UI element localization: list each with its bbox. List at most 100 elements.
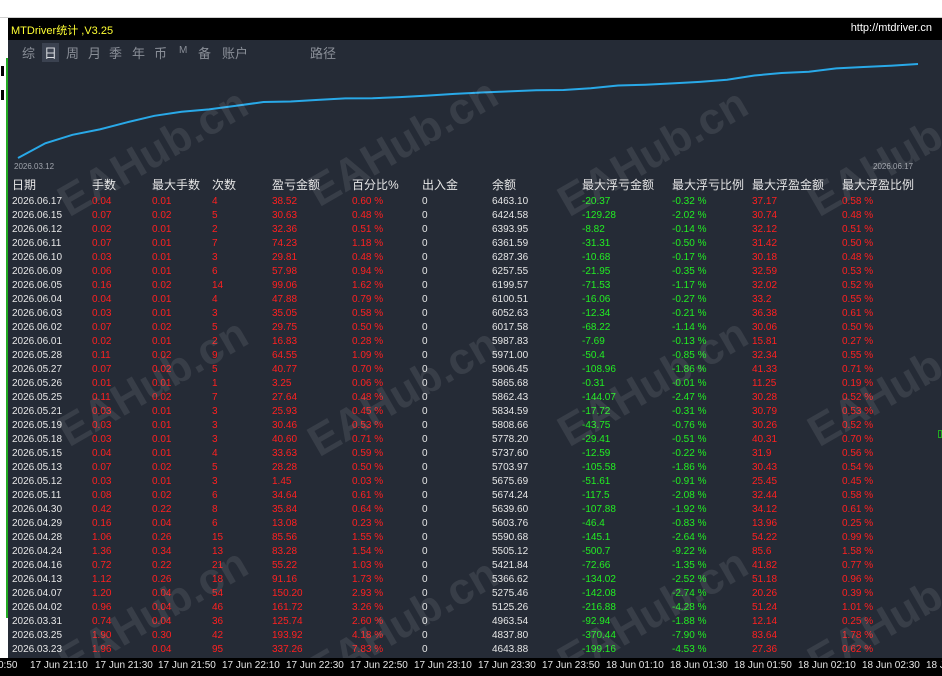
table-row[interactable]: 2026.05.21 0.03 0.01 3 25.93 0.45 % 0 5834.59 -1…	[8, 405, 942, 419]
table-row[interactable]: 2026.06.11 0.07 0.01 7 74.23 1.18 % 0 6361.59 -3…	[8, 237, 942, 251]
balance-curve-svg	[17, 63, 919, 159]
cell-balance: 6052.63	[492, 308, 529, 319]
cell-profit-amount: 13.08	[272, 518, 298, 529]
table-row[interactable]: 2026.05.12 0.03 0.01 3 1.45 0.03 % 0 5675.69 -51…	[8, 475, 942, 489]
cell-max-floating-loss-ratio: -0.13 %	[672, 336, 707, 347]
cell-max-lots: 0.01	[152, 448, 172, 459]
cell-max-lots: 0.01	[152, 196, 172, 207]
cell-lots: 0.07	[92, 210, 112, 221]
column-header-trade-count[interactable]: 次数	[212, 177, 236, 193]
cell-max-floating-loss: -17.72	[582, 406, 611, 417]
column-header-date[interactable]: 日期	[12, 177, 36, 193]
cell-max-lots: 0.26	[152, 532, 172, 543]
cell-deposit-withdrawal: 0	[422, 378, 428, 389]
table-row[interactable]: 2026.06.03 0.03 0.01 3 35.05 0.58 % 0 6052.63 -1…	[8, 307, 942, 321]
cell-max-floating-profit: 27.36	[752, 644, 778, 655]
cell-max-floating-profit: 36.38	[752, 308, 778, 319]
cell-max-floating-profit: 31.9	[752, 448, 772, 459]
cell-trade-count: 8	[212, 504, 218, 515]
table-row[interactable]: 2026.04.02 0.96 0.04 46 161.72 3.26 % 0 5125.26…	[8, 601, 942, 615]
table-row[interactable]: 2026.06.02 0.07 0.02 5 29.75 0.50 % 0 6017.58 -6…	[8, 321, 942, 335]
cell-profit-percent: 0.51 %	[352, 224, 384, 235]
column-header-profit-amount[interactable]: 盈亏金额	[272, 177, 320, 193]
table-row[interactable]: 2026.06.12 0.02 0.01 2 32.36 0.51 % 0 6393.95 -8…	[8, 223, 942, 237]
cell-max-floating-profit: 51.24	[752, 602, 778, 613]
table-row[interactable]: 2026.06.15 0.07 0.02 5 30.63 0.48 % 0 6424.58 -1…	[8, 209, 942, 223]
column-header-max-floating-loss-ratio[interactable]: 最大浮亏比例	[672, 177, 744, 193]
table-row[interactable]: 2026.06.09 0.06 0.01 6 57.98 0.94 % 0 6257.55 -2…	[8, 265, 942, 279]
column-header-profit-percent[interactable]: 百分比%	[352, 177, 399, 193]
column-header-balance[interactable]: 余额	[492, 177, 516, 193]
table-row[interactable]: 2026.05.27 0.07 0.02 5 40.77 0.70 % 0 5906.45 -1…	[8, 363, 942, 377]
period-tabs: 综 日 周 月 季 年 币 M 备 账户 路径	[8, 40, 942, 62]
table-row[interactable]: 2026.06.01 0.02 0.01 2 16.83 0.28 % 0 5987.83 -7…	[8, 335, 942, 349]
cell-max-floating-loss: -72.66	[582, 560, 611, 571]
cell-profit-amount: 29.81	[272, 252, 298, 263]
cell-profit-amount: 30.46	[272, 420, 298, 431]
cell-deposit-withdrawal: 0	[422, 546, 428, 557]
cell-lots: 0.06	[92, 266, 112, 277]
cell-max-floating-profit-ratio: 0.61 %	[842, 504, 874, 515]
table-row[interactable]: 2026.05.25 0.11 0.02 7 27.64 0.48 % 0 5862.43 -1…	[8, 391, 942, 405]
cell-deposit-withdrawal: 0	[422, 210, 428, 221]
table-row[interactable]: 2026.04.30 0.42 0.22 8 35.84 0.64 % 0 5639.60 -1…	[8, 503, 942, 517]
table-row[interactable]: 2026.06.17 0.04 0.01 4 38.52 0.60 % 0 6463.10 -2…	[8, 195, 942, 209]
table-row[interactable]: 2026.06.10 0.03 0.01 3 29.81 0.48 % 0 6287.36 -1…	[8, 251, 942, 265]
table-row[interactable]: 2026.04.29 0.16 0.04 6 13.08 0.23 % 0 5603.76 -4…	[8, 517, 942, 531]
balance-line	[17, 63, 919, 159]
table-row[interactable]: 2026.04.24 1.36 0.34 13 83.28 1.54 % 0 5505.12 -…	[8, 545, 942, 559]
cell-date: 2026.06.05	[12, 280, 63, 291]
tab-m[interactable]: M	[179, 45, 187, 56]
cell-max-floating-profit: 40.31	[752, 434, 778, 445]
cell-trade-count: 2	[212, 336, 218, 347]
cell-profit-percent: 3.26 %	[352, 602, 384, 613]
cell-trade-count: 54	[212, 588, 224, 599]
app-url-link[interactable]: http://mtdriver.cn	[851, 22, 932, 34]
cell-profit-amount: 35.05	[272, 308, 298, 319]
cell-max-lots: 0.02	[152, 350, 172, 361]
table-row[interactable]: 2026.05.13 0.07 0.02 5 28.28 0.50 % 0 5703.97 -1…	[8, 461, 942, 475]
cell-lots: 0.04	[92, 294, 112, 305]
cell-date: 2026.06.01	[12, 336, 63, 347]
column-header-max-floating-profit-ratio[interactable]: 最大浮盈比例	[842, 177, 914, 193]
cell-profit-amount: 161.72	[272, 602, 303, 613]
column-header-max-floating-profit[interactable]: 最大浮盈金额	[752, 177, 824, 193]
cell-max-floating-loss-ratio: -0.51 %	[672, 434, 707, 445]
table-row[interactable]: 2026.04.28 1.06 0.26 15 85.56 1.55 % 0 5590.68 -…	[8, 531, 942, 545]
cell-max-floating-loss: -108.96	[582, 364, 616, 375]
table-row[interactable]: 2026.05.28 0.11 0.02 9 64.55 1.09 % 0 5971.00 -5…	[8, 349, 942, 363]
cell-deposit-withdrawal: 0	[422, 574, 428, 585]
cell-deposit-withdrawal: 0	[422, 630, 428, 641]
table-row[interactable]: 2026.06.05 0.16 0.02 14 99.06 1.62 % 0 6199.57 -…	[8, 279, 942, 293]
cell-max-floating-profit-ratio: 0.99 %	[842, 532, 874, 543]
time-axis-label: 18 Jun 01:30	[670, 660, 728, 671]
table-row[interactable]: 2026.03.31 0.74 0.04 36 125.74 2.60 % 0 4963.54…	[8, 615, 942, 629]
table-row[interactable]: 2026.05.26 0.01 0.01 1 3.25 0.06 % 0 5865.68 -0.…	[8, 377, 942, 391]
table-row[interactable]: 2026.03.23 1.96 0.04 95 337.26 7.83 % 0 4643.88…	[8, 643, 942, 657]
table-row[interactable]: 2026.04.16 0.72 0.22 21 55.22 1.03 % 0 5421.84 -…	[8, 559, 942, 573]
column-header-deposit-withdrawal[interactable]: 出入金	[422, 177, 458, 193]
cell-balance: 5125.26	[492, 602, 529, 613]
cell-profit-percent: 1.73 %	[352, 574, 384, 585]
cell-max-floating-loss-ratio: -2.02 %	[672, 210, 707, 221]
left-edge	[0, 18, 8, 658]
cell-max-lots: 0.02	[152, 364, 172, 375]
table-row[interactable]: 2026.05.11 0.08 0.02 6 34.64 0.61 % 0 5674.24 -1…	[8, 489, 942, 503]
column-header-max-floating-loss[interactable]: 最大浮亏金额	[582, 177, 654, 193]
cell-max-floating-loss: -105.58	[582, 462, 616, 473]
column-header-max-lots[interactable]: 最大手数	[152, 177, 200, 193]
column-header-lots[interactable]: 手数	[92, 177, 116, 193]
cell-max-floating-loss: -12.34	[582, 308, 611, 319]
table-row[interactable]: 2026.05.18 0.03 0.01 3 40.60 0.71 % 0 5778.20 -2…	[8, 433, 942, 447]
table-row[interactable]: 2026.04.13 1.12 0.26 18 91.16 1.73 % 0 5366.62 -…	[8, 573, 942, 587]
table-row[interactable]: 2026.04.07 1.20 0.04 54 150.20 2.93 % 0 5275.46…	[8, 587, 942, 601]
cell-profit-amount: 25.93	[272, 406, 298, 417]
table-row[interactable]: 2026.05.15 0.04 0.01 4 33.63 0.59 % 0 5737.60 -1…	[8, 447, 942, 461]
table-row[interactable]: 2026.06.04 0.04 0.01 4 47.88 0.79 % 0 6100.51 -1…	[8, 293, 942, 307]
cell-deposit-withdrawal: 0	[422, 420, 428, 431]
cell-profit-percent: 0.50 %	[352, 462, 384, 473]
table-row[interactable]: 2026.03.25 1.90 0.30 42 193.92 4.18 % 0 4837.80…	[8, 629, 942, 643]
cell-max-floating-profit-ratio: 0.39 %	[842, 588, 874, 599]
cell-date: 2026.05.28	[12, 350, 63, 361]
table-row[interactable]: 2026.05.19 0.03 0.01 3 30.46 0.53 % 0 5808.66 -4…	[8, 419, 942, 433]
